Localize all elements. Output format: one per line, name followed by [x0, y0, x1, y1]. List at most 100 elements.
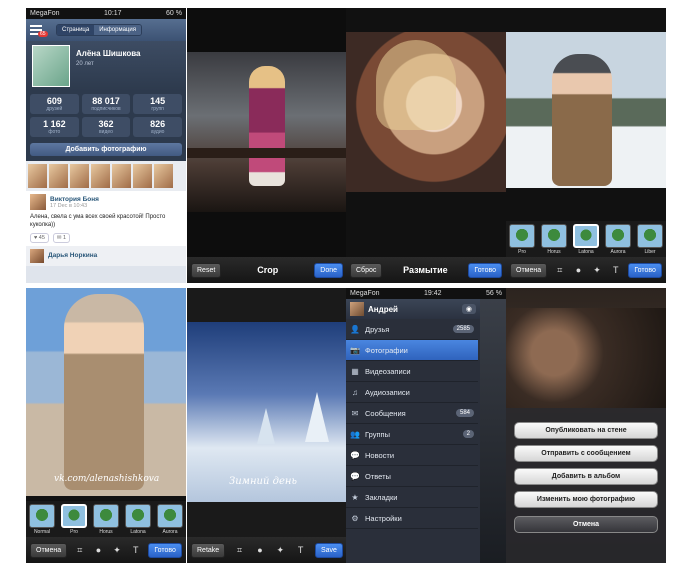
photo-thumb[interactable] — [28, 164, 47, 188]
photo-thumb[interactable] — [91, 164, 110, 188]
text-screen: Зимний день Retake ⌗ ● ✦ T Save — [187, 288, 347, 563]
text-icon[interactable]: T — [130, 545, 142, 555]
photo-strip — [26, 161, 186, 191]
photo-thumb[interactable] — [112, 164, 131, 188]
wall-post: Виктория Боня 17 Dec в 10:43 Алена, свел… — [26, 191, 186, 246]
tab-page[interactable]: Страница — [57, 25, 95, 35]
filter-horus[interactable]: Horus — [541, 224, 568, 257]
segmented-control: Страница Информация — [56, 24, 142, 36]
reset-button[interactable]: Reset — [191, 262, 222, 278]
post-avatar[interactable] — [30, 194, 46, 210]
subject-figure — [552, 54, 612, 186]
crop-icon[interactable]: ⌗ — [234, 545, 246, 556]
tree — [305, 392, 329, 442]
done-button[interactable]: Готово — [468, 262, 502, 278]
photo-preview — [187, 52, 347, 212]
filter-normal[interactable]: Normal — [29, 504, 56, 537]
profile-screen: MegaFon 10:17 60 % 65 Страница Информаци… — [26, 8, 186, 283]
text-icon[interactable]: T — [295, 545, 307, 555]
menu-item-replies[interactable]: 💬 Ответы — [346, 466, 478, 487]
menu-header: Андрей ◉ — [346, 299, 480, 319]
add-to-album-button[interactable]: Добавить в альбом — [514, 468, 658, 485]
like-button[interactable]: ♥ 45 — [30, 232, 49, 243]
comment-button[interactable]: ✉ 1 — [52, 232, 71, 243]
avatar[interactable] — [32, 45, 70, 87]
cancel-button[interactable]: Отмена — [510, 262, 548, 278]
menu-item-bookmarks[interactable]: ★ Закладки — [346, 487, 478, 508]
post-avatar[interactable] — [30, 248, 44, 263]
send-message-button[interactable]: Отправить с сообщением — [514, 445, 658, 462]
side-menu-screen: MegaFon 19:42 56 % Андрей ◉ 👤 Друзья 2585 … — [346, 288, 506, 563]
filter-pro[interactable]: Pro — [61, 504, 88, 537]
crop-title: Crop — [257, 265, 279, 275]
menu-item-groups[interactable]: 👥 Группы 2 — [346, 424, 478, 445]
menu-item-friends[interactable]: 👤 Друзья 2585 — [346, 319, 478, 340]
menu-item-videos[interactable]: ▦ Видеозаписи — [346, 361, 478, 382]
stat-followers[interactable]: 88 017 подписчиков — [81, 94, 131, 114]
profile-age: 20 лет — [76, 61, 94, 67]
post-to-wall-button[interactable]: Опубликовать на стене — [514, 422, 658, 439]
profile-name: Алёна Шишкова — [76, 49, 141, 58]
done-button[interactable]: Done — [314, 262, 343, 278]
magic-wand-icon[interactable]: ✦ — [111, 545, 123, 556]
menu-item-messages[interactable]: ✉ Сообщения 584 — [346, 403, 478, 424]
menu-item-photos[interactable]: 📷 Фотографии — [346, 340, 478, 361]
camera-icon: 📷 — [350, 345, 360, 355]
drop-icon[interactable]: ● — [92, 545, 104, 555]
avatar[interactable] — [350, 302, 364, 316]
photo-preview: vk.com/alenashishkova — [26, 288, 186, 496]
hair-shape — [376, 40, 456, 130]
photo-thumb[interactable] — [49, 164, 68, 188]
filter-latona[interactable]: Latona — [573, 224, 600, 257]
filter-latona[interactable]: Latona — [125, 504, 152, 537]
speech-bubble-icon: 💬 — [350, 450, 360, 460]
magic-wand-icon[interactable]: ✦ — [274, 545, 286, 556]
crop-icon[interactable]: ⌗ — [74, 545, 86, 556]
add-photo-button[interactable]: Добавить фотографию — [30, 143, 182, 156]
filter-pro[interactable]: Pro — [509, 224, 536, 257]
count-badge: 2585 — [452, 325, 474, 333]
filter-liber[interactable]: Liber — [637, 224, 664, 257]
text-icon[interactable]: T — [610, 265, 622, 275]
photo-thumb[interactable] — [154, 164, 173, 188]
blur-screen: Сброс Размытие Готово — [346, 8, 506, 283]
stat-groups[interactable]: 145 групп — [133, 94, 182, 114]
cancel-button[interactable]: Отмена — [514, 516, 658, 533]
menu-item-news[interactable]: 💬 Новости — [346, 445, 478, 466]
crop-icon[interactable]: ⌗ — [554, 265, 566, 276]
user-name[interactable]: Андрей — [368, 305, 398, 314]
groups-icon: 👥 — [350, 429, 360, 439]
stat-friends[interactable]: 609 друзей — [30, 94, 79, 114]
done-button[interactable]: Готово — [628, 262, 662, 278]
filter-aurora[interactable]: Aurora — [157, 504, 184, 537]
filter-aurora[interactable]: Aurora — [605, 224, 632, 257]
stat-videos[interactable]: 362 видео — [81, 117, 131, 137]
menu-item-settings[interactable]: ⚙ Настройки — [346, 508, 478, 529]
status-bar: MegaFon 10:17 60 % — [26, 8, 186, 19]
change-photo-button[interactable]: Изменить мою фотографию — [514, 491, 658, 508]
post-author[interactable]: Виктория Боня — [50, 196, 99, 203]
stat-photos[interactable]: 1 162 фото — [30, 117, 79, 137]
caption-text[interactable]: Зимний день — [229, 476, 297, 487]
retake-button[interactable]: Retake — [191, 542, 226, 558]
save-button[interactable]: Save — [314, 542, 343, 558]
cancel-button[interactable]: Отмена — [30, 542, 68, 558]
photo-thumb[interactable] — [70, 164, 89, 188]
done-button[interactable]: Готово — [148, 542, 182, 558]
music-icon: ♫ — [352, 387, 358, 397]
camera-icon[interactable]: ◉ — [461, 304, 476, 314]
post-author[interactable]: Дарья Норкина — [48, 252, 97, 259]
menu-item-audio[interactable]: ♫ Аудиозаписи — [346, 382, 478, 403]
stat-audio[interactable]: 826 аудио — [133, 117, 182, 137]
tab-info[interactable]: Информация — [94, 25, 141, 35]
magic-wand-icon[interactable]: ✦ — [591, 265, 603, 276]
drop-icon[interactable]: ● — [254, 545, 266, 555]
reset-button[interactable]: Сброс — [350, 262, 383, 278]
crop-screen: Reset Crop Done — [187, 8, 347, 283]
photo-preview: Зимний день — [187, 322, 347, 502]
drop-icon[interactable]: ● — [572, 265, 584, 275]
filter-horus[interactable]: Horus — [93, 504, 120, 537]
share-sheet-screen: Опубликовать на стене Отправить с сообще… — [506, 288, 666, 563]
photo-thumb[interactable] — [133, 164, 152, 188]
battery-label: 56 % — [486, 290, 502, 297]
